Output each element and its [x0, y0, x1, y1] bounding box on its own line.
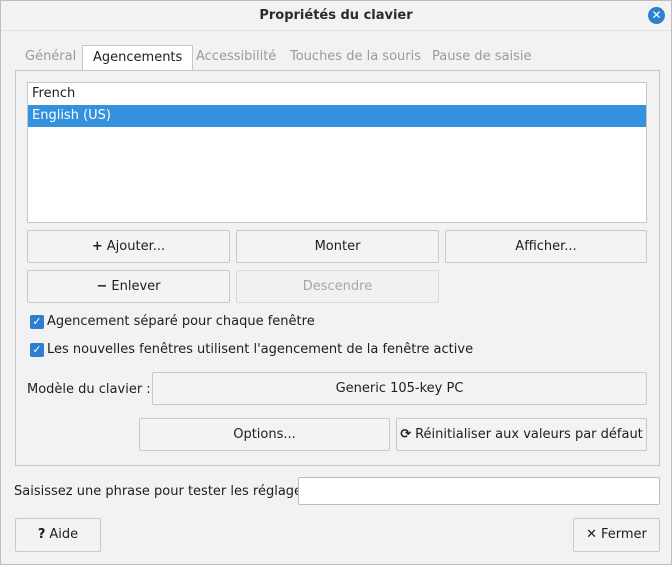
close-label: Fermer	[601, 527, 647, 542]
reset-defaults-label: Réinitialiser aux valeurs par défaut	[415, 427, 643, 442]
window-close-icon[interactable]: ✕	[648, 7, 665, 24]
close-button[interactable]: ✕ Fermer	[573, 518, 660, 552]
new-windows-label[interactable]: Les nouvelles fenêtres utilisent l'agenc…	[47, 342, 473, 357]
move-up-button[interactable]: Monter	[236, 230, 439, 263]
test-phrase-input[interactable]	[298, 477, 660, 505]
close-icon: ✕	[586, 527, 597, 542]
remove-layout-button[interactable]: − Enlever	[27, 270, 230, 303]
reset-defaults-button[interactable]: ⟳ Réinitialiser aux valeurs par défaut	[396, 418, 647, 451]
minus-icon: −	[96, 279, 108, 294]
tab-general[interactable]: Général	[15, 44, 86, 70]
new-windows-checkbox[interactable]: ✓	[30, 343, 44, 357]
list-item[interactable]: English (US)	[28, 105, 646, 127]
options-button[interactable]: Options...	[139, 418, 390, 451]
show-layout-button[interactable]: Afficher...	[445, 230, 647, 263]
help-button[interactable]: ? Aide	[15, 518, 101, 552]
plus-icon: +	[91, 239, 103, 254]
layout-list[interactable]: French English (US)	[27, 82, 647, 223]
tab-pause-saisie[interactable]: Pause de saisie	[422, 44, 541, 70]
remove-layout-label: Enlever	[111, 279, 161, 294]
add-layout-label: Ajouter...	[106, 239, 166, 254]
tab-touches-souris[interactable]: Touches de la souris	[280, 44, 431, 70]
move-down-button: Descendre	[236, 270, 439, 303]
add-layout-button[interactable]: + Ajouter...	[27, 230, 230, 263]
tab-accessibilite[interactable]: Accessibilité	[186, 44, 286, 70]
keyboard-model-button[interactable]: Generic 105-key PC	[152, 372, 647, 405]
list-item[interactable]: French	[28, 83, 646, 105]
window-title: Propriétés du clavier	[259, 8, 413, 23]
keyboard-model-label: Modèle du clavier :	[27, 382, 151, 397]
help-label: Aide	[49, 527, 79, 542]
tab-agencements[interactable]: Agencements	[82, 45, 194, 71]
keyboard-properties-window: Propriétés du clavier ✕ Général Agenceme…	[0, 0, 672, 565]
question-icon: ?	[37, 527, 46, 542]
title-bar: Propriétés du clavier ✕	[1, 1, 671, 31]
test-phrase-label: Saisissez une phrase pour tester les rég…	[14, 484, 318, 499]
refresh-icon: ⟳	[400, 427, 412, 442]
separate-layout-checkbox[interactable]: ✓	[30, 315, 44, 329]
separate-layout-label[interactable]: Agencement séparé pour chaque fenêtre	[47, 314, 315, 329]
